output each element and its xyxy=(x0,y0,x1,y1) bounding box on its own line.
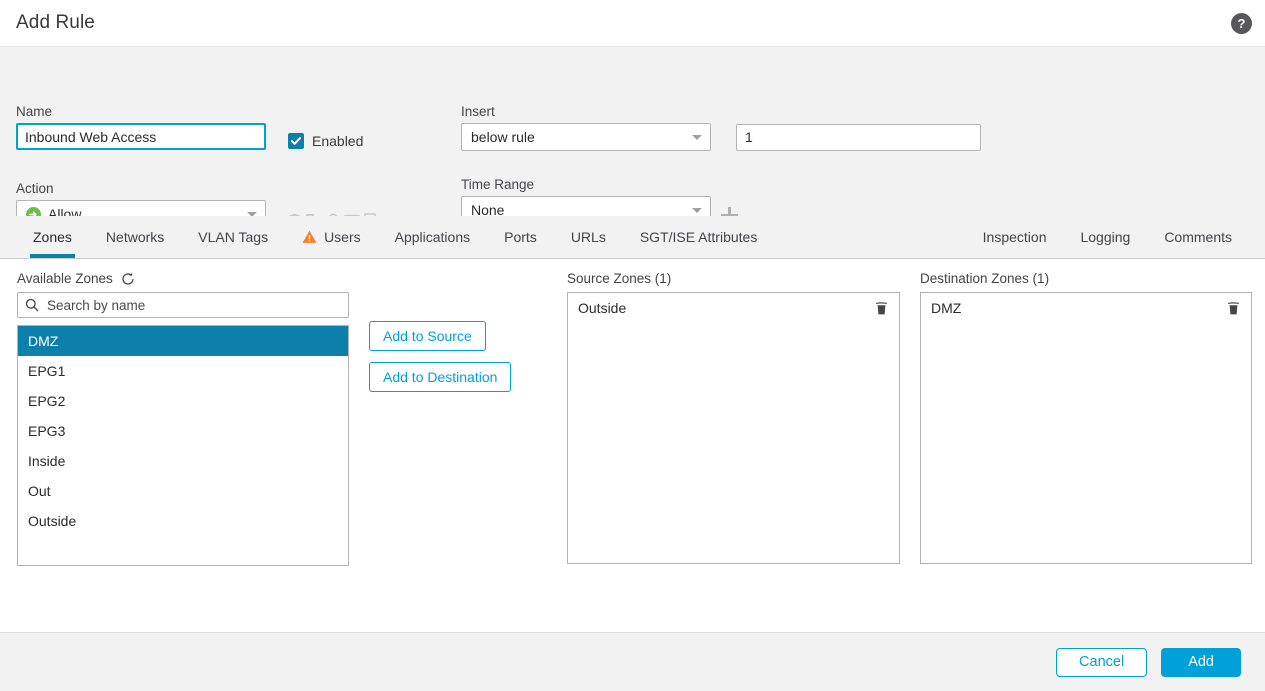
tab-label: Ports xyxy=(504,229,537,245)
zones-tab-panel: Available Zones Search by name DMZ EPG1 … xyxy=(0,259,1265,632)
available-zones-header: Available Zones xyxy=(17,271,349,286)
tab-networks[interactable]: Networks xyxy=(89,216,181,258)
time-range-label: Time Range xyxy=(461,177,535,192)
list-item[interactable]: Outside xyxy=(18,506,348,536)
source-zones-list[interactable]: Outside xyxy=(567,292,900,564)
available-zones-panel: Available Zones Search by name DMZ EPG1 … xyxy=(17,271,349,566)
search-input[interactable] xyxy=(45,296,348,314)
source-zones-header: Source Zones (1) xyxy=(567,271,900,286)
zone-name: EPG2 xyxy=(28,393,66,409)
destination-zones-title: Destination Zones (1) xyxy=(920,271,1050,286)
zone-name: DMZ xyxy=(28,333,59,349)
tab-label: Applications xyxy=(394,229,471,245)
enabled-checkbox[interactable]: Enabled xyxy=(288,133,363,149)
help-glyph: ? xyxy=(1237,16,1246,31)
zone-name: EPG1 xyxy=(28,363,66,379)
list-item[interactable]: EPG3 xyxy=(18,416,348,446)
chevron-down-icon xyxy=(692,208,702,213)
tab-zones[interactable]: Zones xyxy=(16,216,89,258)
name-input[interactable] xyxy=(16,123,266,150)
warning-triangle-icon xyxy=(302,230,317,244)
list-item[interactable]: EPG1 xyxy=(18,356,348,386)
available-zones-list[interactable]: DMZ EPG1 EPG2 EPG3 Inside Out Outside xyxy=(17,325,349,566)
zone-name: Out xyxy=(28,483,51,499)
enabled-label: Enabled xyxy=(312,133,364,149)
action-label: Action xyxy=(16,181,54,196)
zone-name: Outside xyxy=(578,300,627,316)
tab-label: URLs xyxy=(570,229,606,245)
tab-comments[interactable]: Comments xyxy=(1147,216,1249,258)
tab-label: Zones xyxy=(33,229,72,245)
tab-label: Networks xyxy=(105,229,165,245)
refresh-icon[interactable] xyxy=(121,272,135,286)
list-item[interactable]: Inside xyxy=(18,446,348,476)
trash-icon[interactable] xyxy=(1227,301,1240,316)
tab-sgt-ise-attributes[interactable]: SGT/ISE Attributes xyxy=(623,216,775,258)
add-button[interactable]: Add xyxy=(1161,647,1241,677)
add-to-destination-button[interactable]: Add to Destination xyxy=(369,362,512,392)
rule-tabs: Zones Networks VLAN Tags Users Applicati… xyxy=(0,216,1265,259)
cancel-button[interactable]: Cancel xyxy=(1056,647,1148,677)
tab-label: Comments xyxy=(1164,229,1232,245)
name-field-group: Name xyxy=(16,104,266,150)
transfer-buttons: Add to Source Add to Destination xyxy=(369,321,549,403)
list-item[interactable]: Outside xyxy=(568,293,899,323)
rule-properties-form: Name Enabled Action Allow xyxy=(0,47,1265,228)
insert-value: below rule xyxy=(471,129,535,145)
tab-inspection[interactable]: Inspection xyxy=(966,216,1064,258)
tab-ports[interactable]: Ports xyxy=(487,216,554,258)
insert-position-input[interactable] xyxy=(736,123,981,151)
tab-urls[interactable]: URLs xyxy=(554,216,623,258)
available-zones-title: Available Zones xyxy=(17,271,113,286)
name-label: Name xyxy=(16,104,53,119)
page-title: Add Rule xyxy=(16,12,95,33)
add-rule-dialog: Add Rule ? Name Enabled Action Allow xyxy=(0,0,1265,691)
tab-label: Inspection xyxy=(982,229,1047,245)
zone-name: DMZ xyxy=(931,300,962,316)
insert-field-group: Insert below rule xyxy=(461,104,981,151)
tab-applications[interactable]: Applications xyxy=(378,216,488,258)
search-zones-field[interactable] xyxy=(17,292,349,318)
source-zones-panel: Source Zones (1) Outside xyxy=(567,271,900,564)
destination-zones-list[interactable]: DMZ xyxy=(920,292,1252,564)
chevron-down-icon xyxy=(692,135,702,140)
tabs-right-group: Inspection Logging Comments xyxy=(966,216,1249,258)
tab-label: SGT/ISE Attributes xyxy=(639,229,758,245)
list-item[interactable]: Out xyxy=(18,476,348,506)
help-circle-icon[interactable]: ? xyxy=(1231,13,1252,34)
tab-label: Logging xyxy=(1080,229,1131,245)
list-item[interactable]: DMZ xyxy=(921,293,1251,323)
tab-users[interactable]: Users xyxy=(285,216,378,258)
tab-label: VLAN Tags xyxy=(198,229,269,245)
insert-select[interactable]: below rule xyxy=(461,123,711,151)
tab-logging[interactable]: Logging xyxy=(1063,216,1147,258)
dialog-footer: Cancel Add xyxy=(0,632,1265,691)
add-to-source-button[interactable]: Add to Source xyxy=(369,321,486,351)
zone-name: Inside xyxy=(28,453,66,469)
tab-vlan-tags[interactable]: VLAN Tags xyxy=(181,216,285,258)
list-item[interactable]: EPG2 xyxy=(18,386,348,416)
zone-name: EPG3 xyxy=(28,423,66,439)
insert-label: Insert xyxy=(461,104,495,119)
checkmark-icon xyxy=(288,133,304,149)
destination-zones-panel: Destination Zones (1) DMZ xyxy=(920,271,1252,564)
destination-zones-header: Destination Zones (1) xyxy=(920,271,1252,286)
trash-icon[interactable] xyxy=(875,301,888,316)
tab-label: Users xyxy=(324,229,361,245)
dialog-titlebar: Add Rule ? xyxy=(0,0,1265,47)
search-icon xyxy=(25,298,39,312)
list-item[interactable]: DMZ xyxy=(18,326,348,356)
zone-name: Outside xyxy=(28,513,77,529)
source-zones-title: Source Zones (1) xyxy=(567,271,672,286)
